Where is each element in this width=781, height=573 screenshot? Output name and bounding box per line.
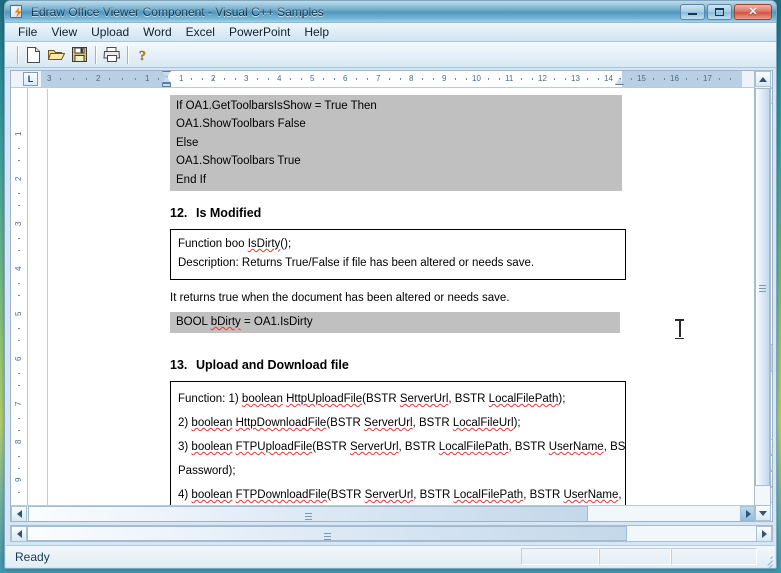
menu-item-excel[interactable]: Excel <box>179 23 222 41</box>
chevron-right-icon <box>762 530 767 538</box>
page-scroll-area: If OA1.GetToolbarsIsShow = True Then OA1… <box>29 89 756 505</box>
resize-grip[interactable] <box>759 551 773 565</box>
new-document-button[interactable] <box>22 44 45 66</box>
save-button[interactable] <box>68 44 91 66</box>
close-button[interactable]: ✕ <box>734 4 772 20</box>
save-floppy-icon <box>72 47 87 62</box>
menu-item-view[interactable]: View <box>44 23 84 41</box>
section-title: Upload and Download file <box>196 358 349 372</box>
code-line: End If <box>176 171 622 189</box>
maximize-button[interactable] <box>707 4 732 20</box>
tab-stop-selector[interactable]: L <box>23 72 38 86</box>
edraw-app-icon[interactable] <box>10 4 26 19</box>
section-number: 12. <box>170 206 196 220</box>
status-text: Ready <box>15 550 50 564</box>
print-icon <box>103 47 121 62</box>
api-box-upload-download: Function: 1) boolean HttpUploadFile(BSTR… <box>170 381 626 505</box>
host-scroll-thumb[interactable] <box>755 88 770 486</box>
menu-item-help[interactable]: Help <box>297 23 336 41</box>
chevron-left-icon <box>17 530 22 538</box>
api-line: Function boo IsDirty(); <box>178 235 618 254</box>
new-document-icon <box>26 47 41 63</box>
api-line: 2) boolean HttpDownloadFile(BSTR ServerU… <box>178 411 618 435</box>
code-line: If OA1.GetToolbarsIsShow = True Then <box>176 97 622 115</box>
word-horizontal-scrollbar[interactable] <box>11 505 756 521</box>
application-window: Edraw Office Viewer Component - Visual C… <box>4 0 777 569</box>
horizontal-ruler[interactable]: L 3 2 1 1 2 3 4 5 6 7 8 9 10 11 12 13 14 <box>11 71 772 88</box>
api-line: Password); <box>178 459 618 483</box>
host-scroll-left-button[interactable] <box>11 526 27 542</box>
section-title: Is Modified <box>196 206 261 220</box>
left-indent-marker[interactable] <box>162 83 171 87</box>
host-scroll-up-button[interactable] <box>755 71 771 87</box>
menu-item-file[interactable]: File <box>11 23 44 41</box>
toolbar-separator <box>127 46 128 64</box>
section-heading-12: 12. Is Modified <box>170 206 747 220</box>
api-line: 4) boolean FTPDownloadFile(BSTR ServerUr… <box>178 483 618 505</box>
chevron-down-icon <box>759 511 767 516</box>
document-page[interactable]: If OA1.GetToolbarsIsShow = True Then OA1… <box>47 89 747 505</box>
scroll-thumb[interactable] <box>28 506 588 522</box>
title-bar[interactable]: Edraw Office Viewer Component - Visual C… <box>5 1 776 23</box>
open-file-button[interactable] <box>45 44 68 66</box>
menu-item-upload[interactable]: Upload <box>84 23 136 41</box>
window-title: Edraw Office Viewer Component - Visual C… <box>31 5 678 19</box>
code-line: Else <box>176 134 622 152</box>
section-heading-13: 13. Upload and Download file <box>170 358 747 372</box>
chevron-right-icon <box>746 510 751 518</box>
inline-code-is-dirty: BOOL bDirty = OA1.IsDirty <box>170 312 620 333</box>
section-12-paragraph: It returns true when the document has be… <box>170 292 747 304</box>
document-body: If OA1.GetToolbarsIsShow = True Then OA1… <box>48 89 747 505</box>
tool-bar: ? <box>5 42 776 68</box>
status-pane-1 <box>521 548 599 565</box>
api-line: 3) boolean FTPUploadFile(BSTR ServerUrl,… <box>178 435 618 459</box>
word-document-view: L 3 2 1 1 2 3 4 5 6 7 8 9 10 11 12 13 14 <box>10 70 773 522</box>
scroll-left-button[interactable] <box>11 506 27 522</box>
help-button[interactable]: ? <box>132 44 155 66</box>
host-horizontal-scrollbar[interactable] <box>10 525 773 542</box>
host-scroll-right-button[interactable] <box>756 526 772 542</box>
code-line: OA1.ShowToolbars False <box>176 115 622 133</box>
open-folder-icon <box>48 47 65 62</box>
api-line: Description: Returns True/False if file … <box>178 254 618 273</box>
status-pane-3 <box>671 548 757 565</box>
api-line: Function: 1) boolean HttpUploadFile(BSTR… <box>178 387 618 411</box>
status-pane-2 <box>599 548 671 565</box>
menu-item-powerpoint[interactable]: PowerPoint <box>222 23 297 41</box>
vertical-ruler[interactable]: 1 2 3 4 5 6 7 8 9 <box>11 88 28 521</box>
code-block-toolbars: If OA1.GetToolbarsIsShow = True Then OA1… <box>170 95 622 191</box>
status-bar: Ready <box>6 545 775 567</box>
toolbar-separator <box>17 46 18 64</box>
host-scroll-thumb[interactable] <box>27 526 627 541</box>
chevron-up-icon <box>759 77 767 82</box>
api-box-is-modified: Function boo IsDirty(); Description: Ret… <box>170 229 626 280</box>
menu-bar: File View Upload Word Excel PowerPoint H… <box>5 23 776 42</box>
chevron-left-icon <box>17 510 22 518</box>
host-scroll-down-button[interactable] <box>755 505 771 521</box>
menu-item-word[interactable]: Word <box>136 23 178 41</box>
window-controls: ✕ <box>678 4 772 20</box>
help-question-icon: ? <box>137 47 150 63</box>
print-button[interactable] <box>100 44 123 66</box>
section-number: 13. <box>170 358 196 372</box>
minimize-button[interactable] <box>680 4 705 20</box>
code-line: OA1.ShowToolbars True <box>176 152 622 170</box>
host-vertical-scrollbar[interactable] <box>754 70 771 522</box>
svg-text:?: ? <box>139 49 146 63</box>
toolbar-separator <box>95 46 96 64</box>
